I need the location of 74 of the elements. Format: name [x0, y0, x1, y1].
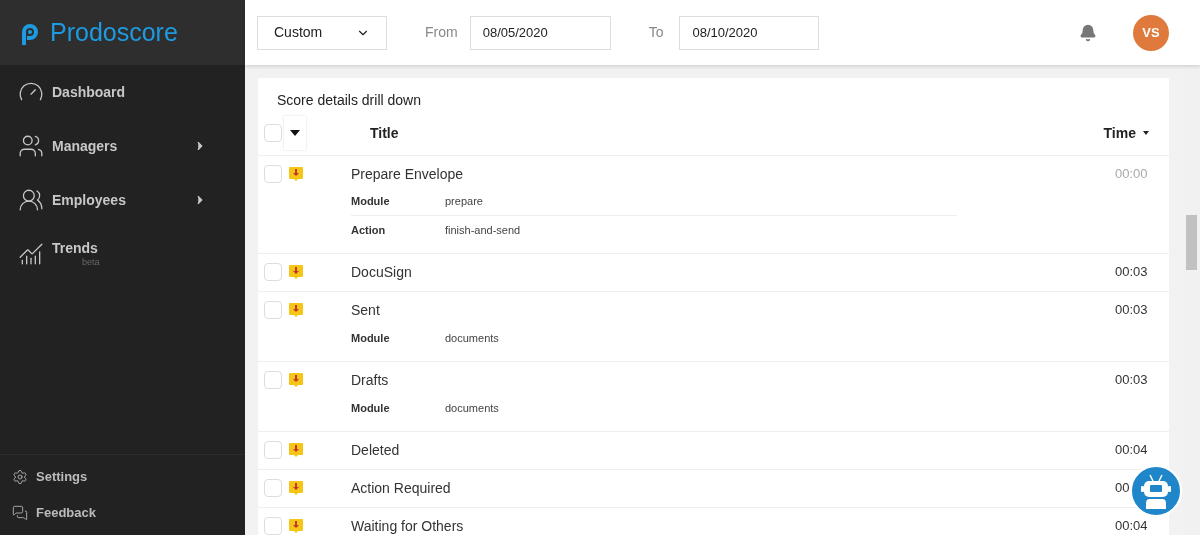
- row-title: Deleted: [351, 440, 400, 460]
- caret-icon: [290, 130, 300, 136]
- to-label: To: [648, 23, 664, 42]
- detail-value: documents: [445, 400, 499, 416]
- select-all-checkbox[interactable]: [264, 124, 282, 142]
- table-row[interactable]: Deleted 00:04: [258, 432, 1169, 470]
- download-icon: [288, 166, 304, 182]
- table-row[interactable]: Sent 00:03 Module documents: [258, 292, 1169, 362]
- detail-label: Module: [351, 330, 391, 346]
- row-checkbox[interactable]: [264, 517, 282, 535]
- range-select[interactable]: Custom: [257, 15, 387, 50]
- nav-icon: [18, 187, 44, 213]
- row-checkbox[interactable]: [264, 371, 282, 389]
- from-label: From: [425, 23, 458, 42]
- download-icon: [288, 442, 304, 458]
- detail-value: prepare: [445, 194, 483, 210]
- nav-item[interactable]: Dashboard: [0, 65, 245, 119]
- column-header[interactable]: Title: [370, 122, 399, 144]
- beta-label: beta: [82, 256, 101, 270]
- scroll-thumb[interactable]: [1186, 215, 1197, 270]
- row-title: Sent: [351, 300, 380, 320]
- robot-icon: [1139, 473, 1173, 509]
- row-title: Prepare Envelope: [351, 164, 464, 184]
- row-title: Drafts: [351, 370, 389, 390]
- sort-caret-icon: [1143, 131, 1149, 135]
- nav-icon: [18, 133, 44, 159]
- row-checkbox[interactable]: [264, 165, 282, 183]
- row-time: 00:03: [1115, 371, 1149, 390]
- download-icon: [288, 372, 304, 388]
- logo-text: Prodoscore: [50, 20, 178, 45]
- card-title: Score details drill down: [276, 91, 422, 110]
- footer-label: Feedback: [36, 504, 96, 523]
- row-title: DocuSign: [351, 262, 412, 282]
- detail-value: finish-and-send: [445, 222, 521, 238]
- row-checkbox[interactable]: [264, 301, 282, 319]
- nav-label: Dashboard: [52, 82, 127, 102]
- nav-label: Managers: [52, 136, 119, 156]
- row-title: Waiting for Others: [351, 516, 464, 535]
- row-time: 00:04: [1115, 441, 1149, 460]
- row-checkbox[interactable]: [264, 441, 282, 459]
- table-row[interactable]: Drafts 00:03 Module documents: [258, 362, 1169, 432]
- from-date-field[interactable]: 08/05/2020: [469, 15, 611, 50]
- download-icon: [288, 264, 304, 280]
- table-row[interactable]: Prepare Envelope 00:00 Module prepare Action finish-and-send: [258, 156, 1169, 254]
- download-icon: [288, 302, 304, 318]
- nav-item[interactable]: Managers: [0, 119, 245, 173]
- row-time: 00:03: [1115, 301, 1149, 320]
- detail-label: Action: [351, 222, 387, 238]
- chat-icon: [12, 505, 28, 521]
- footer-label: Settings: [36, 468, 88, 487]
- row-title: Action Required: [351, 478, 451, 498]
- nav-label: Trends: [52, 239, 99, 258]
- to-date-field[interactable]: 08/10/2020: [679, 15, 820, 50]
- settings-icon: [12, 469, 28, 485]
- footer-item[interactable]: Feedback: [0, 495, 245, 531]
- detail-label: Module: [351, 194, 391, 210]
- nav-icon: [18, 241, 44, 267]
- nav-item[interactable]: Employees: [0, 173, 245, 227]
- row-checkbox[interactable]: [264, 479, 282, 497]
- nav-label: Employees: [52, 190, 127, 210]
- notification-icon[interactable]: [1079, 23, 1097, 42]
- table-row[interactable]: DocuSign 00:03: [258, 254, 1169, 292]
- row-time: 00: [1115, 479, 1131, 498]
- detail-label: Module: [351, 400, 391, 416]
- row-time: 00:00: [1115, 165, 1149, 184]
- download-icon: [288, 518, 304, 534]
- detail-value: documents: [445, 330, 499, 346]
- nav-item[interactable]: Trends beta: [0, 227, 245, 281]
- row-time: 00:03: [1115, 263, 1149, 282]
- row-checkbox[interactable]: [264, 263, 282, 281]
- download-icon: [288, 480, 304, 496]
- footer-item[interactable]: Settings: [0, 459, 245, 495]
- row-time: 00:04: [1115, 517, 1149, 535]
- column-header[interactable]: Time: [1103, 122, 1136, 144]
